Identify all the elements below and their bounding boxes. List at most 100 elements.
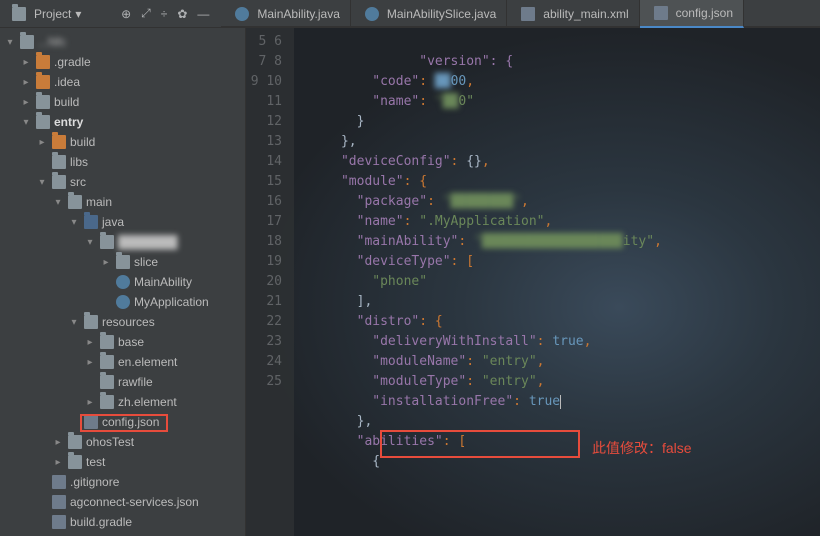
tree-item-src[interactable]: ▾ src (0, 172, 245, 192)
tab-mainabilityslice[interactable]: MainAbilitySlice.java (351, 0, 507, 28)
tree-item-agconnect[interactable]: agconnect-services.json (0, 492, 245, 512)
json-value: 0" (458, 94, 474, 109)
tree-label: .idea (54, 75, 80, 89)
tree-item-gradle[interactable]: ▸ .gradle (0, 52, 245, 72)
folder-icon (52, 135, 66, 149)
chevron-right-icon: ▸ (52, 437, 64, 448)
file-icon (52, 515, 66, 529)
chevron-down-icon: ▾ (84, 237, 96, 248)
chevron-right-icon: ▸ (84, 397, 96, 408)
json-key: "deviceConfig" (341, 154, 451, 169)
json-value: 00 (451, 74, 467, 89)
chevron-down-icon: ▾ (20, 117, 32, 128)
code-line: } (294, 114, 364, 129)
tree-label: zh.element (118, 395, 177, 409)
code-line: ], (294, 294, 372, 309)
gear-icon[interactable]: ✿ (177, 7, 187, 21)
tab-config-json[interactable]: config.json (640, 0, 744, 28)
tree-label: test (86, 455, 105, 469)
tree-label: agconnect-services.json (70, 495, 199, 509)
json-key: "code" (372, 74, 419, 89)
package-icon (116, 255, 130, 269)
chevron-down-icon: ▾ (68, 317, 80, 328)
tree-item-base[interactable]: ▸ base (0, 332, 245, 352)
tree-item-mainability-class[interactable]: MainAbility (0, 272, 245, 292)
tab-label: ability_main.xml (543, 7, 628, 21)
tree-item-idea[interactable]: ▸ .idea (0, 72, 245, 92)
chevron-right-icon: ▸ (84, 337, 96, 348)
folder-icon (20, 35, 34, 49)
tree-label: base (118, 335, 144, 349)
json-value: ".MyApplication" (419, 214, 544, 229)
tree-item-rawfile[interactable]: rawfile (0, 372, 245, 392)
chevron-right-icon: ▸ (20, 77, 32, 88)
project-label: Project (34, 7, 71, 21)
tree-root[interactable]: ▾ ...Nfc (0, 32, 245, 52)
folder-icon (100, 375, 114, 389)
folder-icon (12, 7, 26, 21)
expand-icon[interactable]: ⤢ (141, 6, 151, 21)
target-icon[interactable]: ⊕ (121, 7, 131, 21)
module-icon (36, 115, 50, 129)
code-editor[interactable]: 5 6 7 8 9 10 11 12 13 14 15 16 17 18 19 … (246, 28, 820, 536)
tree-label: java (102, 215, 124, 229)
tree-label: entry (54, 115, 83, 129)
json-value: ity" (623, 234, 654, 249)
json-value-installationfree: true (529, 394, 561, 409)
tree-item-java[interactable]: ▾ java (0, 212, 245, 232)
project-dropdown[interactable]: Project ▾ (0, 0, 89, 27)
tree-label: build (54, 95, 79, 109)
json-key: "module" (341, 174, 404, 189)
tree-item-build[interactable]: ▸ build (0, 92, 245, 112)
tree-item-resources[interactable]: ▾ resources (0, 312, 245, 332)
tree-item-config-json[interactable]: config.json (0, 412, 245, 432)
chevron-right-icon: ▸ (20, 57, 32, 68)
tree-label: en.element (118, 355, 177, 369)
json-key: "installationFree" (372, 394, 513, 409)
folder-icon (36, 55, 50, 69)
tab-mainability[interactable]: MainAbility.java (221, 0, 350, 28)
tree-label-blur: ...Nfc (38, 35, 66, 49)
tree-item-main[interactable]: ▾ main (0, 192, 245, 212)
json-key: "name" (372, 94, 419, 109)
file-icon (521, 7, 535, 21)
tree-item-en-element[interactable]: ▸ en.element (0, 352, 245, 372)
code-area[interactable]: "version": { "code": ██00, "name": "██0"… (294, 28, 820, 536)
chevron-right-icon: ▸ (36, 137, 48, 148)
class-icon (365, 7, 379, 21)
annotation-text: 此值修改：false (592, 438, 692, 458)
tree-label: libs (70, 155, 88, 169)
tree-label: rawfile (118, 375, 153, 389)
file-icon (52, 475, 66, 489)
folder-icon (100, 395, 114, 409)
tree-item-build-gradle[interactable]: build.gradle (0, 512, 245, 532)
file-icon (84, 415, 98, 429)
hide-icon[interactable]: — (197, 7, 209, 21)
tree-label: build.gradle (70, 515, 132, 529)
tree-item-libs[interactable]: libs (0, 152, 245, 172)
collapse-icon[interactable]: ÷ (161, 7, 168, 21)
tree-label: main (86, 195, 112, 209)
tab-ability-main-xml[interactable]: ability_main.xml (507, 0, 639, 28)
folder-icon (68, 435, 82, 449)
tab-label: MainAbilitySlice.java (387, 7, 496, 21)
class-icon (116, 275, 130, 289)
tree-label: .gitignore (70, 475, 119, 489)
tree-item-zh-element[interactable]: ▸ zh.element (0, 392, 245, 412)
tree-item-myapplication-class[interactable]: MyApplication (0, 292, 245, 312)
tab-label: MainAbility.java (257, 7, 339, 21)
tree-item-slice[interactable]: ▸ slice (0, 252, 245, 272)
tree-item-gitignore[interactable]: .gitignore (0, 472, 245, 492)
tree-item-test[interactable]: ▸ test (0, 452, 245, 472)
chevron-down-icon: ▾ (52, 197, 64, 208)
tree-item-entry-build[interactable]: ▸ build (0, 132, 245, 152)
tree-item-ohostest[interactable]: ▸ ohosTest (0, 432, 245, 452)
code-line: "version": { (357, 54, 514, 69)
project-tree[interactable]: ▾ ...Nfc ▸ .gradle ▸ .idea ▸ build ▾ ent… (0, 28, 246, 536)
tree-label: slice (134, 255, 158, 269)
tree-item-package[interactable]: ▾ ███████ (0, 232, 245, 252)
folder-icon (100, 355, 114, 369)
json-key: "moduleType" (372, 374, 466, 389)
tree-item-entry[interactable]: ▾ entry (0, 112, 245, 132)
tab-label: config.json (676, 6, 733, 20)
